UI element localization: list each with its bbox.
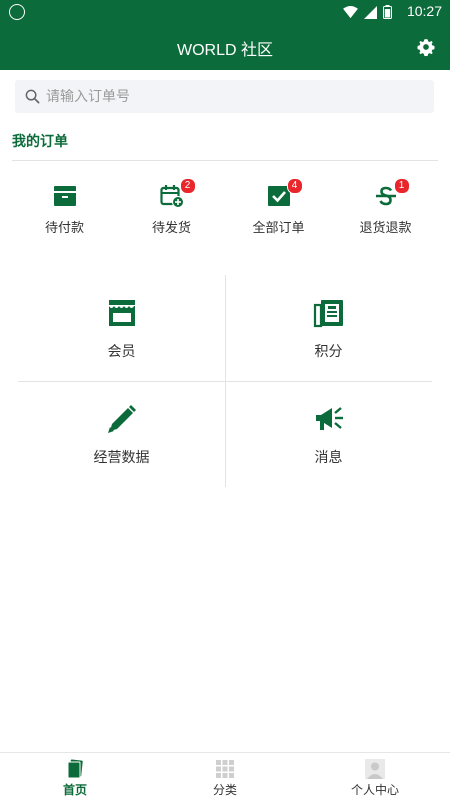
notification-badge: 4	[286, 178, 303, 194]
tab-label: 分类	[212, 783, 237, 797]
tab-label: 个人中心	[350, 783, 399, 797]
order-status-row: 待付款 2 待发货 4 全部订单 1 退货退款	[0, 176, 450, 240]
order-item-label: 待付款	[44, 221, 84, 236]
megaphone-icon	[315, 407, 343, 430]
grid-item-label: 消息	[314, 450, 343, 466]
search-icon	[25, 89, 40, 104]
grid-item-points[interactable]: 积分	[225, 275, 432, 381]
wallet-icon	[53, 186, 76, 206]
tab-category[interactable]: 分类	[150, 753, 300, 800]
pencil-icon	[107, 405, 136, 433]
home-icon	[67, 759, 83, 779]
tab-profile[interactable]: 个人中心	[300, 753, 450, 800]
newspaper-icon	[313, 300, 343, 328]
battery-icon	[383, 5, 392, 19]
order-search-input[interactable]	[46, 88, 406, 105]
grid-icon	[216, 760, 234, 778]
bottom-tab-bar: 首页 分类 个人中心	[0, 752, 450, 800]
order-search-box	[15, 80, 434, 113]
store-icon	[108, 300, 135, 326]
page-title: WORLD 社区	[176, 42, 273, 59]
section-divider	[12, 160, 438, 161]
tab-home[interactable]: 首页	[0, 753, 150, 800]
status-bar: 10:27	[0, 0, 450, 24]
order-item-label: 退货退款	[359, 221, 412, 236]
notification-badge: 1	[393, 178, 410, 194]
order-all[interactable]: 4 全部订单	[225, 176, 332, 240]
grid-item-member[interactable]: 会员	[18, 275, 225, 381]
function-grid: 会员 积分 经营数据 消息	[18, 275, 432, 487]
my-orders-title: 我的订单	[12, 134, 68, 150]
order-pending-shipment[interactable]: 2 待发货	[118, 176, 225, 240]
grid-item-label: 积分	[314, 344, 343, 360]
order-refund[interactable]: 1 退货退款	[332, 176, 439, 240]
grid-item-label: 会员	[107, 344, 136, 360]
app-notification-icon	[9, 4, 25, 20]
user-icon	[365, 759, 385, 779]
system-icons	[343, 5, 392, 19]
signal-icon	[364, 5, 377, 19]
order-item-label: 全部订单	[252, 221, 305, 236]
order-pending-payment[interactable]: 待付款	[11, 176, 118, 240]
status-time: 10:27	[406, 3, 442, 19]
wifi-icon	[343, 5, 358, 18]
app-header: WORLD 社区	[0, 24, 450, 70]
grid-item-messages[interactable]: 消息	[225, 381, 432, 487]
order-item-label: 待发货	[151, 221, 191, 236]
settings-gear-icon[interactable]	[416, 37, 436, 57]
tab-label: 首页	[62, 783, 87, 797]
grid-item-label: 经营数据	[93, 450, 150, 466]
grid-item-business-data[interactable]: 经营数据	[18, 381, 225, 487]
notification-badge: 2	[179, 178, 196, 194]
